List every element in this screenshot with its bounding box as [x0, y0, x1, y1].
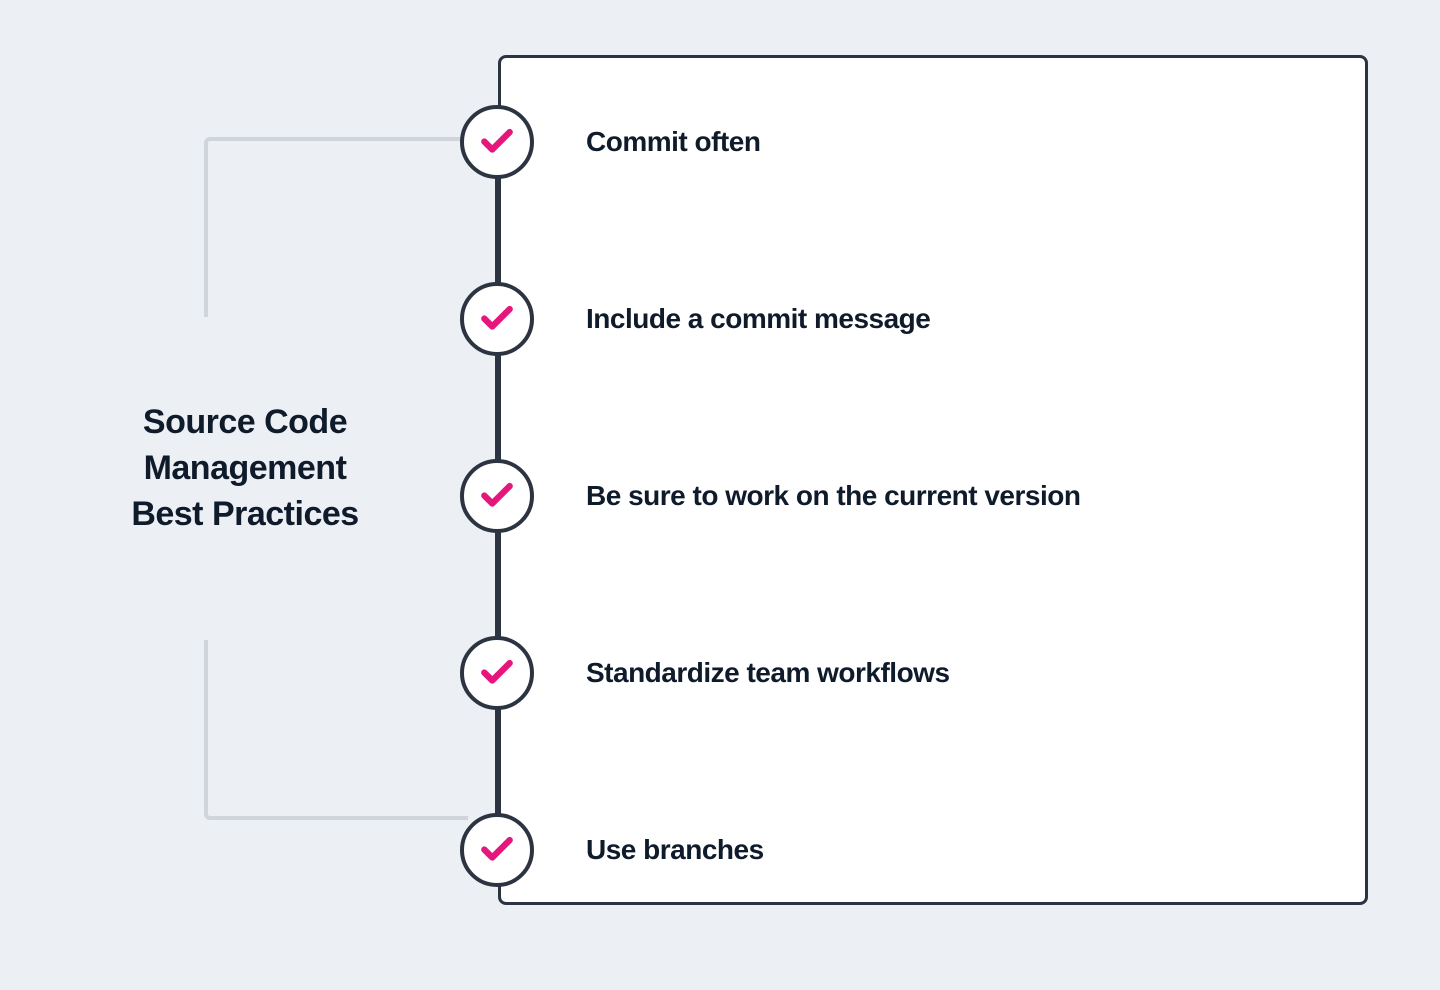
checkmark-icon — [478, 652, 516, 695]
connector-line-top — [204, 137, 468, 317]
check-circle — [460, 282, 534, 356]
connector-line-bottom — [204, 640, 468, 820]
title-line-2: Management — [90, 446, 400, 492]
title-line-3: Best Practices — [90, 492, 400, 538]
item-label: Be sure to work on the current version — [586, 480, 1080, 512]
diagram-container: Source Code Management Best Practices Co… — [0, 0, 1440, 960]
check-circle — [460, 105, 534, 179]
item-label: Use branches — [586, 834, 764, 866]
check-circle — [460, 459, 534, 533]
diagram-title: Source Code Management Best Practices — [90, 400, 400, 538]
list-item: Commit often — [460, 105, 1360, 179]
list-item: Standardize team workflows — [460, 636, 1360, 710]
item-label: Include a commit message — [586, 303, 930, 335]
list-item: Use branches — [460, 813, 1360, 887]
checkmark-icon — [478, 829, 516, 872]
list-item: Be sure to work on the current version — [460, 459, 1360, 533]
checkmark-icon — [478, 298, 516, 341]
list-item: Include a commit message — [460, 282, 1360, 356]
title-line-1: Source Code — [90, 400, 400, 446]
check-circle — [460, 636, 534, 710]
checkmark-icon — [478, 121, 516, 164]
check-circle — [460, 813, 534, 887]
item-label: Standardize team workflows — [586, 657, 950, 689]
checkmark-icon — [478, 475, 516, 518]
checklist: Commit often Include a commit message — [460, 105, 1360, 990]
item-label: Commit often — [586, 126, 760, 158]
